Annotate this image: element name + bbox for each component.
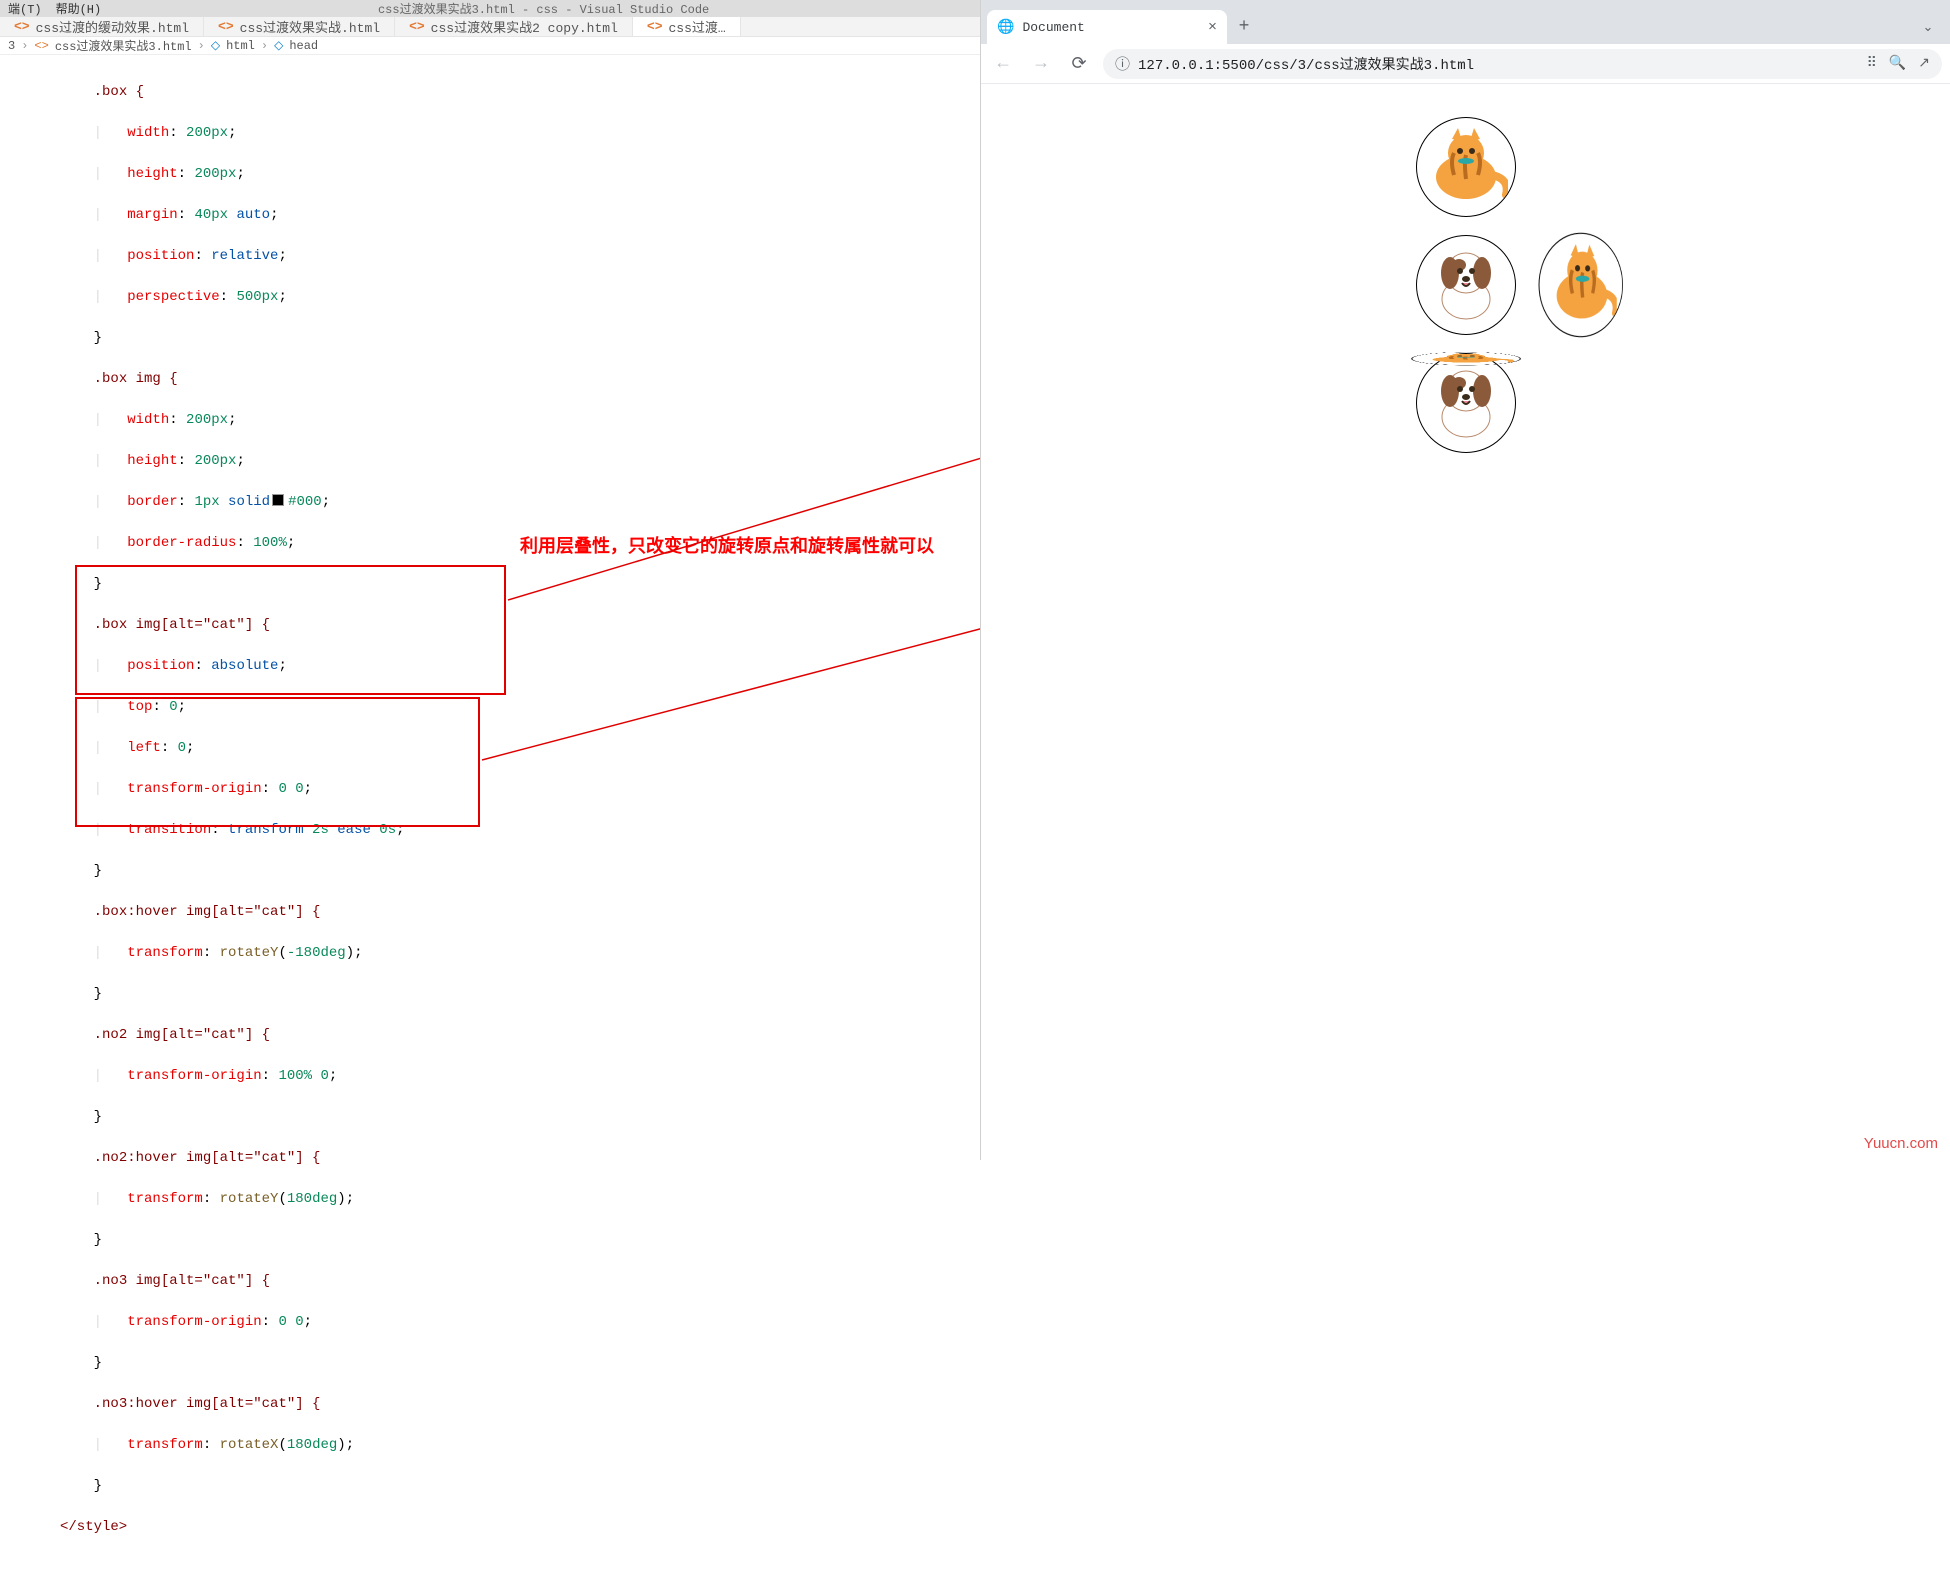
crumb-head[interactable]: head	[289, 39, 318, 53]
close-icon[interactable]: ×	[1208, 19, 1217, 36]
site-info-icon[interactable]: ⓘ	[1115, 53, 1130, 74]
tab-2[interactable]: <>css过渡效果实战.html	[204, 17, 395, 36]
new-tab-button[interactable]: +	[1227, 10, 1261, 44]
annotation-text: 利用层叠性，只改变它的旋转原点和旋转属性就可以	[520, 532, 934, 558]
tab-title: Document	[1022, 20, 1084, 35]
crumb-file[interactable]: css过渡效果实战3.html	[55, 37, 192, 54]
menu-help[interactable]: 帮助(H)	[56, 0, 102, 17]
page-content: Yuucn.com	[981, 84, 1950, 1160]
symbol-icon: ◇	[274, 38, 283, 53]
reload-button[interactable]: ⟳	[1065, 50, 1093, 78]
editor-tabs: <>css过渡的缓动效果.html <>css过渡效果实战.html <>css…	[0, 17, 980, 37]
browser-tab[interactable]: 🌐 Document ×	[987, 10, 1227, 44]
dog-image	[1416, 353, 1516, 453]
window-title: css过渡效果实战3.html - css - Visual Studio Co…	[115, 0, 972, 17]
tab-3[interactable]: <>css过渡效果实战2 copy.html	[395, 17, 633, 36]
vscode-window: 端(T) 帮助(H) css过渡效果实战3.html - css - Visua…	[0, 0, 980, 1160]
cat-image	[1405, 352, 1527, 365]
browser-toolbar: ← → ⟳ ⓘ 127.0.0.1:5500/css/3/css过渡效果实战3.…	[981, 44, 1950, 84]
zoom-icon[interactable]: 🔍	[1889, 55, 1906, 72]
url-text: 127.0.0.1:5500/css/3/css过渡效果实战3.html	[1138, 54, 1474, 74]
tab-1[interactable]: <>css过渡的缓动效果.html	[0, 17, 204, 36]
html-icon: <>	[34, 39, 48, 53]
demo-box-1[interactable]	[1416, 117, 1516, 217]
tab-4[interactable]: <>css过渡…	[633, 17, 741, 36]
demo-box-3[interactable]	[1416, 353, 1516, 453]
globe-icon: 🌐	[997, 19, 1014, 36]
translate-icon[interactable]: ⠿	[1867, 55, 1877, 72]
forward-button[interactable]: →	[1027, 50, 1055, 78]
html-icon: <>	[409, 19, 425, 34]
menu-terminal[interactable]: 端(T)	[8, 0, 42, 17]
html-icon: <>	[218, 19, 234, 34]
cat-image	[1416, 117, 1516, 217]
dog-image	[1416, 235, 1516, 335]
watermark: Yuucn.com	[1864, 1135, 1938, 1152]
crumb-folder[interactable]: 3	[8, 39, 15, 53]
breadcrumb: 3› <>css过渡效果实战3.html› ◇html› ◇head	[0, 37, 980, 55]
crumb-html[interactable]: html	[226, 39, 255, 53]
code-editor[interactable]: .box { | width: 200px; | height: 200px; …	[0, 55, 980, 1578]
back-button[interactable]: ←	[989, 50, 1017, 78]
html-icon: <>	[14, 19, 30, 34]
titlebar: 端(T) 帮助(H) css过渡效果实战3.html - css - Visua…	[0, 0, 980, 17]
browser-tabstrip: 🌐 Document × + ⌄	[981, 0, 1950, 44]
browser-window: 🌐 Document × + ⌄ ← → ⟳ ⓘ 127.0.0.1:5500/…	[980, 0, 1950, 1160]
address-bar[interactable]: ⓘ 127.0.0.1:5500/css/3/css过渡效果实战3.html ⠿…	[1103, 49, 1942, 79]
html-icon: <>	[647, 19, 663, 34]
symbol-icon: ◇	[211, 38, 220, 53]
cat-image	[1538, 230, 1623, 339]
tabstrip-chevron-icon[interactable]: ⌄	[1906, 10, 1950, 44]
share-icon[interactable]: ↗	[1918, 55, 1930, 72]
demo-box-2[interactable]	[1416, 235, 1516, 335]
